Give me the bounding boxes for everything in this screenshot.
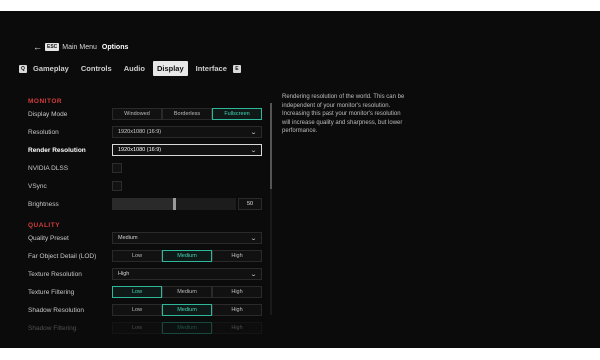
display-mode-label: Display Mode (28, 110, 68, 118)
vsync-label: VSync (28, 182, 47, 190)
dlss-checkbox[interactable] (112, 163, 122, 173)
breadcrumb-parent[interactable]: Main Menu (62, 44, 97, 51)
chevron-down-icon: ⌄ (249, 129, 258, 136)
shadow-resolution-medium-option[interactable]: Medium (162, 304, 212, 316)
dlss-label: NVIDIA DLSS (28, 164, 69, 172)
render-resolution-value: 1920x1080 (16:9) (118, 147, 162, 153)
tab-audio[interactable]: Audio (120, 61, 149, 76)
back-arrow-icon[interactable]: ← (33, 42, 42, 52)
texture-resolution-row: Texture Resolution High ⌄ (28, 265, 264, 283)
vsync-checkbox[interactable] (112, 181, 122, 191)
shadow-filtering-high-option[interactable]: High (212, 322, 262, 334)
texture-filtering-segmented: Low Medium High (112, 286, 262, 298)
chevron-down-icon: ⌄ (249, 271, 258, 278)
shadow-filtering-segmented: Low Medium High (112, 322, 262, 334)
vsync-row: VSync (28, 177, 264, 195)
quality-preset-row: Quality Preset Medium ⌄ (28, 229, 264, 247)
tab-interface[interactable]: Interface (192, 61, 231, 76)
resolution-row: Resolution 1920x1080 (16:9) ⌄ (28, 123, 264, 141)
display-mode-borderless-option[interactable]: Borderless (162, 108, 212, 120)
texture-filtering-low-option[interactable]: Low (112, 286, 162, 298)
prev-tab-key-hint[interactable]: Q (19, 64, 27, 73)
chevron-down-icon: ⌄ (249, 147, 258, 154)
quality-preset-dropdown[interactable]: Medium ⌄ (112, 232, 262, 244)
shadow-resolution-low-option[interactable]: Low (112, 304, 162, 316)
brightness-slider-fill (112, 198, 174, 210)
section-header-monitor: MONITOR (28, 98, 63, 105)
display-mode-fullscreen-option[interactable]: Fullscreen (212, 108, 262, 120)
next-tab-key-hint[interactable]: E (232, 64, 241, 73)
breadcrumb-current: Options (101, 43, 129, 51)
texture-filtering-row: Texture Filtering Low Medium High (28, 283, 264, 301)
shadow-filtering-medium-option[interactable]: Medium (162, 322, 212, 334)
lod-high-option[interactable]: High (212, 250, 262, 262)
display-mode-windowed-option[interactable]: Windowed (112, 108, 162, 120)
texture-filtering-medium-option[interactable]: Medium (162, 286, 212, 298)
setting-description: Rendering resolution of the world. This … (282, 94, 405, 134)
texture-filtering-label: Texture Filtering (28, 288, 75, 296)
lod-segmented: Low Medium High (112, 250, 262, 262)
shadow-filtering-row: Shadow Filtering Low Medium High (28, 319, 264, 337)
chevron-down-icon: ⌄ (249, 235, 258, 242)
lod-low-option[interactable]: Low (112, 250, 162, 262)
display-mode-row: Display Mode Windowed Borderless Fullscr… (28, 105, 264, 123)
shadow-resolution-row: Shadow Resolution Low Medium High (28, 301, 264, 319)
brightness-label: Brightness (28, 200, 59, 208)
shadow-filtering-label: Shadow Filtering (28, 324, 77, 332)
texture-filtering-high-option[interactable]: High (212, 286, 262, 298)
texture-resolution-label: Texture Resolution (28, 270, 82, 278)
tab-controls[interactable]: Controls (77, 61, 116, 76)
section-header-quality: QUALITY (28, 222, 61, 229)
render-resolution-label: Render Resolution (28, 146, 86, 154)
options-screen: ← ESC Main Menu Options Q Gameplay Contr… (0, 11, 600, 348)
resolution-value: 1920x1080 (16:9) (118, 129, 162, 135)
display-mode-segmented: Windowed Borderless Fullscreen (112, 108, 262, 120)
shadow-resolution-high-option[interactable]: High (212, 304, 262, 316)
dlss-row: NVIDIA DLSS (28, 159, 264, 177)
shadow-filtering-low-option[interactable]: Low (112, 322, 162, 334)
settings-scrollbar-thumb[interactable] (270, 103, 272, 189)
esc-key-hint[interactable]: ESC (45, 43, 60, 51)
render-resolution-row: Render Resolution 1920x1080 (16:9) ⌄ (28, 141, 264, 159)
texture-resolution-dropdown[interactable]: High ⌄ (112, 268, 262, 280)
lod-medium-option[interactable]: Medium (162, 250, 212, 262)
settings-list: MONITOR Display Mode Windowed Borderless… (28, 91, 264, 337)
tab-display[interactable]: Display (152, 61, 188, 76)
breadcrumb: ← ESC Main Menu Options (33, 42, 128, 52)
resolution-label: Resolution (28, 128, 59, 136)
texture-resolution-value: High (118, 271, 130, 277)
lod-label: Far Object Detail (LOD) (28, 252, 97, 260)
brightness-value[interactable]: 50 (238, 198, 262, 210)
brightness-slider-handle[interactable] (173, 198, 176, 210)
quality-preset-value: Medium (118, 235, 138, 241)
resolution-dropdown[interactable]: 1920x1080 (16:9) ⌄ (112, 126, 262, 138)
quality-preset-label: Quality Preset (28, 234, 69, 242)
shadow-resolution-segmented: Low Medium High (112, 304, 262, 316)
brightness-slider[interactable] (112, 198, 236, 210)
settings-scrollbar[interactable] (270, 103, 272, 315)
render-resolution-dropdown[interactable]: 1920x1080 (16:9) ⌄ (112, 144, 262, 156)
lod-row: Far Object Detail (LOD) Low Medium High (28, 247, 264, 265)
brightness-row: Brightness 50 (28, 195, 264, 213)
shadow-resolution-label: Shadow Resolution (28, 306, 85, 314)
tab-bar: Q Gameplay Controls Audio Display Interf… (19, 61, 241, 76)
tab-gameplay[interactable]: Gameplay (29, 61, 73, 76)
